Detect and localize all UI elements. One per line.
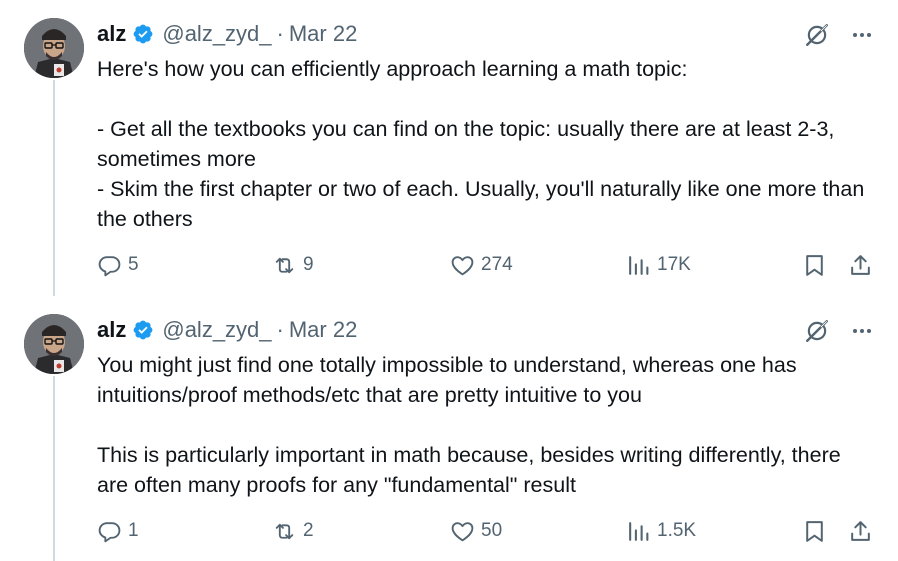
tweet-actions: 1 2 50 1.5K: [0, 514, 898, 548]
repost-button[interactable]: 9: [272, 248, 314, 282]
tweet-paragraph: - Get all the textbooks you can find on …: [97, 117, 835, 171]
view-count: 1.5K: [657, 520, 697, 541]
tweet-paragraph: You might just find one totally impossib…: [97, 353, 797, 407]
reply-button[interactable]: 1: [97, 514, 139, 548]
views-chart-icon: [626, 253, 651, 278]
tweet-date[interactable]: Mar 22: [289, 21, 357, 47]
repost-icon: [272, 253, 297, 278]
view-count: 17K: [657, 254, 691, 275]
like-count: 50: [481, 520, 503, 541]
bookmark-button[interactable]: [802, 248, 827, 282]
tweet-date[interactable]: Mar 22: [289, 317, 357, 343]
separator: ·: [276, 317, 284, 342]
share-button[interactable]: [848, 248, 873, 282]
share-icon: [848, 253, 873, 278]
views-chart-icon: [626, 519, 651, 544]
tweet-header: alz @alz_zyd_ · Mar 22: [97, 20, 357, 48]
bookmark-icon: [802, 519, 827, 544]
repost-count: 9: [303, 254, 314, 275]
repost-icon: [272, 519, 297, 544]
tweet-paragraph: This is particularly important in math b…: [97, 443, 841, 497]
verified-badge-icon[interactable]: [132, 23, 154, 45]
tweet-header: alz @alz_zyd_ · Mar 22: [97, 316, 357, 344]
views-button[interactable]: 1.5K: [626, 514, 696, 548]
tweet-paragraph: Here's how you can efficiently approach …: [97, 57, 688, 81]
reply-icon: [97, 253, 122, 278]
tweet[interactable]: alz @alz_zyd_ · Mar 22 You might just fi…: [0, 296, 898, 561]
share-icon: [848, 519, 873, 544]
bookmark-icon: [802, 253, 827, 278]
verified-badge-icon[interactable]: [132, 319, 154, 341]
author-name[interactable]: alz: [97, 317, 126, 343]
heart-icon: [450, 519, 475, 544]
reply-count: 1: [128, 520, 139, 541]
like-count: 274: [481, 254, 513, 275]
grok-icon[interactable]: [804, 318, 830, 344]
like-button[interactable]: 274: [450, 248, 513, 282]
reply-count: 5: [128, 254, 139, 275]
share-button[interactable]: [848, 514, 873, 548]
tweet[interactable]: alz @alz_zyd_ · Mar 22 Here's how you ca…: [0, 0, 898, 296]
tweet-top-icons: [804, 20, 874, 50]
heart-icon: [450, 253, 475, 278]
tweet-text: You might just find one totally impossib…: [97, 350, 877, 500]
reply-icon: [97, 519, 122, 544]
repost-count: 2: [303, 520, 314, 541]
author-handle[interactable]: @alz_zyd_: [162, 317, 271, 343]
separator: ·: [276, 21, 284, 46]
tweet-text: Here's how you can efficiently approach …: [97, 54, 877, 234]
bookmark-button[interactable]: [802, 514, 827, 548]
reply-button[interactable]: 5: [97, 248, 139, 282]
more-options-icon[interactable]: [850, 319, 874, 343]
author-handle[interactable]: @alz_zyd_: [162, 21, 271, 47]
views-button[interactable]: 17K: [626, 248, 691, 282]
avatar[interactable]: [24, 18, 84, 78]
avatar-icon: [24, 18, 84, 78]
more-options-icon[interactable]: [850, 23, 874, 47]
like-button[interactable]: 50: [450, 514, 502, 548]
author-name[interactable]: alz: [97, 21, 126, 47]
avatar[interactable]: [24, 314, 84, 374]
repost-button[interactable]: 2: [272, 514, 314, 548]
grok-icon[interactable]: [804, 22, 830, 48]
avatar-icon: [24, 314, 84, 374]
tweet-paragraph: - Skim the first chapter or two of each.…: [97, 177, 865, 231]
tweet-top-icons: [804, 316, 874, 346]
tweet-actions: 5 9 274 17K: [0, 248, 898, 282]
